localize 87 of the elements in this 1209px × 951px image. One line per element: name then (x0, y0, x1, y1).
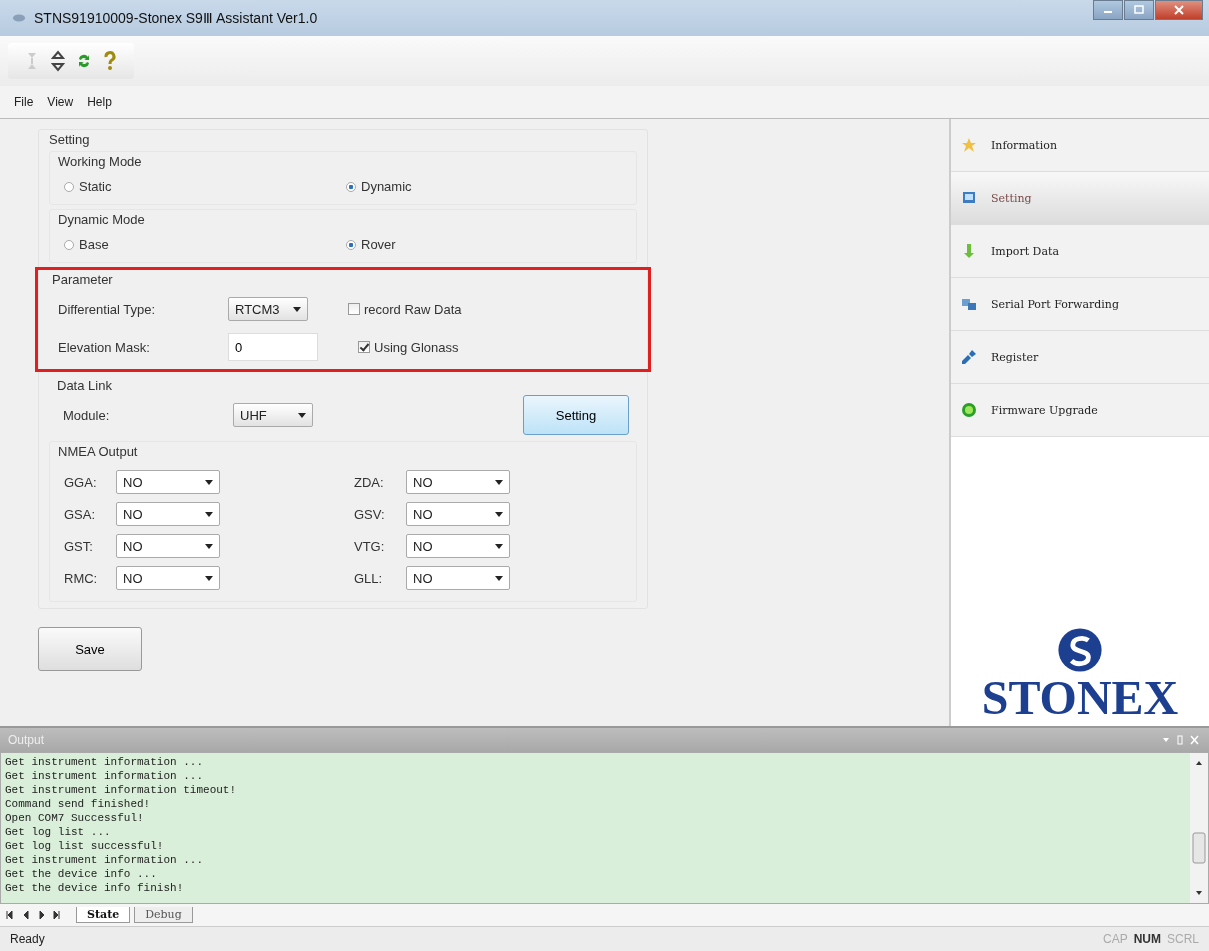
input-field[interactable]: 0 (228, 333, 318, 361)
field-label: VTG: (354, 538, 386, 554)
dropdown[interactable]: NO (406, 470, 510, 494)
sidebar-item[interactable]: Register (951, 331, 1209, 384)
log-line: Command send finished! (5, 797, 152, 811)
log-line: Get log list ... (5, 825, 112, 839)
radio-option[interactable]: Rover (346, 237, 628, 252)
log-line: Get the device info ... (5, 867, 158, 881)
maximize-button[interactable] (1124, 0, 1154, 20)
minimize-button[interactable] (1093, 0, 1123, 20)
sidebar-item[interactable]: Information (951, 119, 1209, 172)
group-title: Parameter (52, 272, 113, 287)
radio-option[interactable]: Base (64, 237, 346, 252)
circle-icon (961, 402, 977, 418)
menu-item[interactable]: File (14, 95, 34, 109)
field-label: GLL: (354, 570, 384, 586)
caret-icon (205, 575, 213, 581)
window-title: STNS91910009-Stonex S9Ⅲ Assistant Ver1.0 (34, 10, 319, 26)
dropdown[interactable]: NO (406, 502, 510, 526)
dropdown[interactable]: UHF (233, 403, 313, 427)
dropdown[interactable]: NO (116, 502, 220, 526)
log-line: Open COM7 Successful! (5, 811, 145, 825)
sidebar-item[interactable]: Setting (951, 172, 1209, 225)
caret-icon (495, 511, 503, 517)
dropdown[interactable]: NO (116, 534, 220, 558)
log-line: Get log list successful! (5, 839, 165, 853)
field-label: ZDA: (354, 474, 385, 490)
logo-text: STONEX (981, 674, 1179, 722)
logo-icon (1056, 626, 1104, 674)
menu-item[interactable]: Help (87, 95, 112, 109)
caret-icon (205, 511, 213, 517)
caret-icon (205, 543, 213, 549)
field-label: GSA: (64, 506, 97, 522)
tab[interactable]: State (76, 907, 131, 923)
caret-icon (298, 412, 306, 418)
log-line: Get instrument information ... (5, 853, 205, 867)
caret-icon (293, 306, 301, 312)
panel-title: Output (8, 733, 45, 747)
caret-icon (495, 575, 503, 581)
log-line: Get instrument information timeout! (5, 783, 238, 797)
status-indicator: CAP (1102, 932, 1128, 946)
maximize-icon (1134, 5, 1144, 15)
group-title: Dynamic Mode (58, 212, 145, 227)
monitor-icon (961, 190, 977, 206)
log-line: Get instrument information ... (5, 755, 205, 769)
tab[interactable]: Debug (134, 907, 193, 923)
save-button[interactable]: Save (38, 627, 142, 671)
dropdown[interactable]: NO (116, 470, 220, 494)
caret-icon (205, 479, 213, 485)
caret-icon (495, 479, 503, 485)
group-title: Data Link (57, 378, 112, 393)
dropdown[interactable]: RTCM3 (228, 297, 308, 321)
pen-icon (961, 349, 977, 365)
sidebar-item[interactable]: Firmware Upgrade (951, 384, 1209, 437)
menu-item[interactable]: View (47, 95, 74, 109)
star-icon (961, 137, 977, 153)
field-label: Elevation Mask: (58, 339, 151, 355)
group-title: NMEA Output (58, 444, 138, 459)
sidebar-item[interactable]: Import Data (951, 225, 1209, 278)
dropdown[interactable]: NO (406, 534, 510, 558)
group-title: Working Mode (58, 154, 142, 169)
close-button[interactable] (1155, 0, 1203, 20)
field-label: Differential Type: (58, 301, 157, 317)
field-label: GST: (64, 538, 94, 554)
status-text: Ready (10, 932, 46, 946)
checkbox-option[interactable]: Using Glonass (358, 339, 459, 355)
group-title: Setting (49, 132, 90, 147)
caret-icon (495, 543, 503, 549)
status-indicator: SCRL (1167, 932, 1199, 946)
checkbox-option[interactable]: record Raw Data (348, 301, 462, 317)
scrollbar[interactable] (1190, 753, 1208, 903)
radio-option[interactable]: Dynamic (346, 179, 628, 194)
setting-button[interactable]: Setting (523, 395, 629, 435)
field-label: RMC: (64, 570, 99, 586)
log-line: Get instrument information ... (5, 769, 205, 783)
radio-option[interactable]: Static (64, 179, 346, 194)
panel-controls-icon[interactable] (1161, 735, 1201, 745)
help-icon[interactable] (102, 49, 118, 73)
dropdown[interactable]: NO (406, 566, 510, 590)
close-icon (1174, 5, 1184, 15)
dropdown[interactable]: NO (116, 566, 220, 590)
field-label: GGA: (64, 474, 98, 490)
sidebar-item[interactable]: Serial Port Forwarding (951, 278, 1209, 331)
field-label: Module: (63, 407, 111, 423)
status-indicator: NUM (1133, 932, 1161, 946)
field-label: GSV: (354, 506, 386, 522)
log-line: Get the device info finish! (5, 881, 185, 895)
